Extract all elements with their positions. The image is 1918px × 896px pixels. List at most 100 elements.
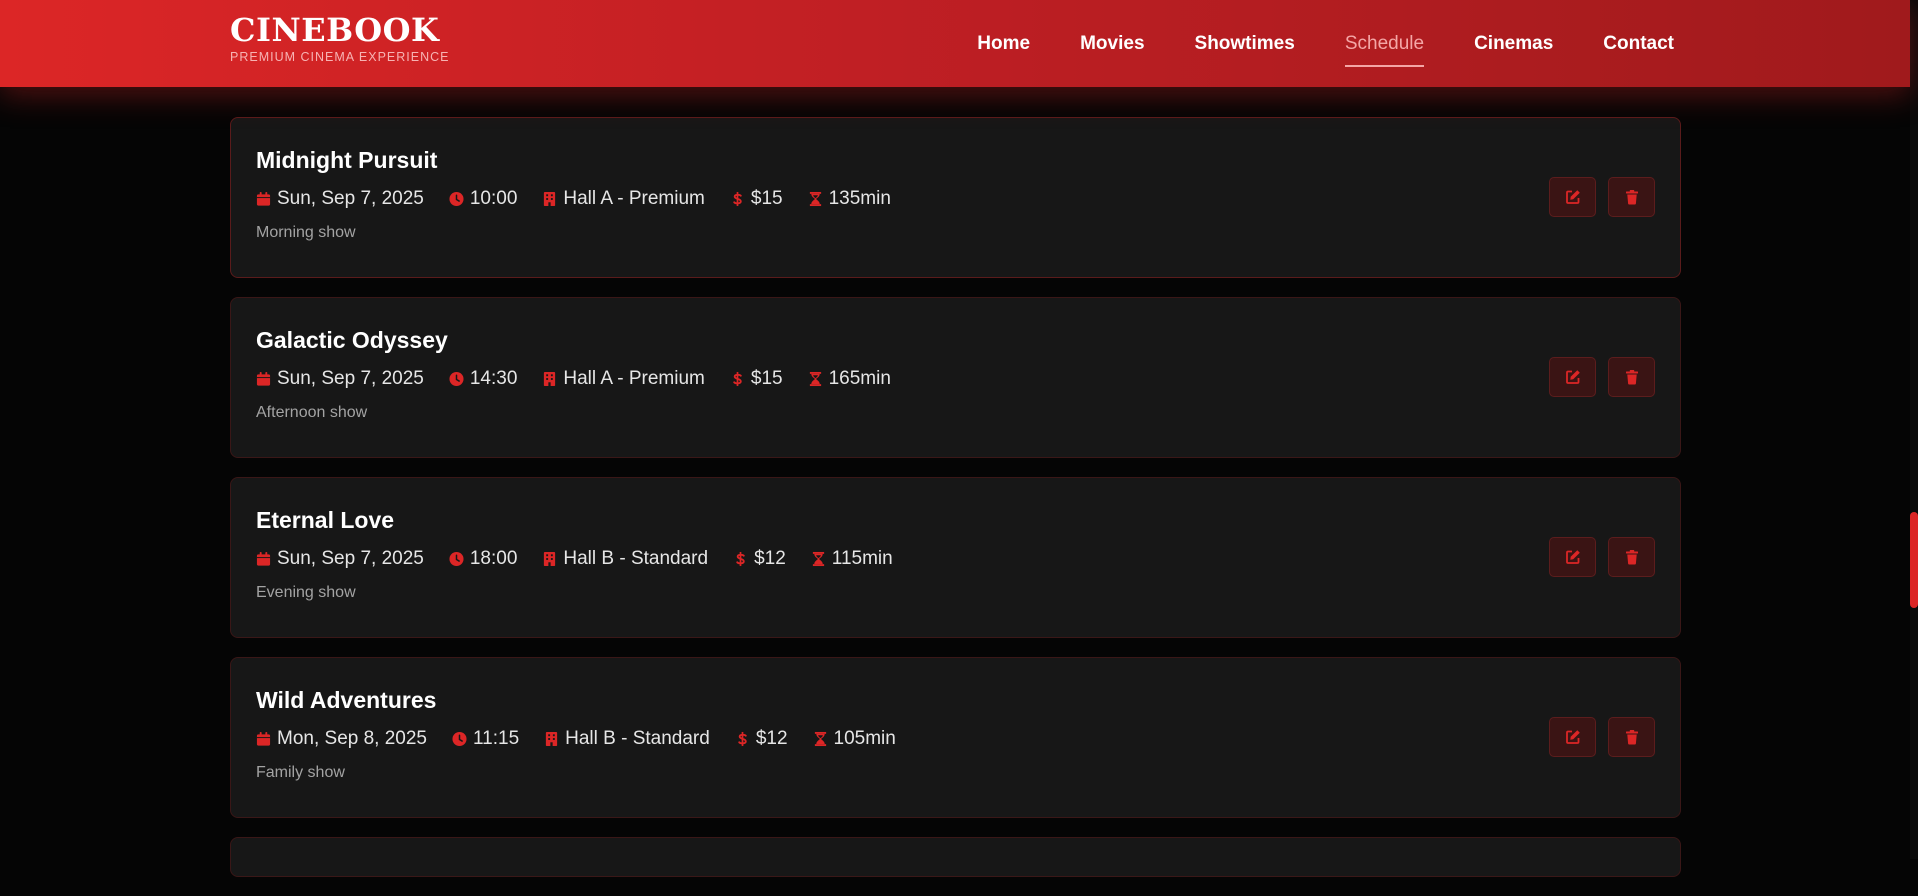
showtime-price: $15 xyxy=(730,368,783,390)
showtime-list: Midnight Pursuit Sun, Sep 7, 2025 10:00 … xyxy=(230,117,1681,896)
showtime-hall: Hall B - Standard xyxy=(544,728,710,750)
card-actions xyxy=(1549,177,1655,217)
showtime-price: $12 xyxy=(735,728,788,750)
nav-showtimes[interactable]: Showtimes xyxy=(1195,33,1295,55)
price-text: $12 xyxy=(754,548,786,569)
date-text: Mon, Sep 8, 2025 xyxy=(277,728,427,749)
nav-movies[interactable]: Movies xyxy=(1080,33,1144,55)
edit-button[interactable] xyxy=(1549,537,1596,577)
showtime-duration: 115min xyxy=(811,548,893,570)
time-text: 11:15 xyxy=(473,728,520,749)
showtime-date: Sun, Sep 7, 2025 xyxy=(256,368,424,390)
movie-title: Midnight Pursuit xyxy=(256,147,438,173)
edit-icon xyxy=(1565,730,1580,744)
showtime-hall: Hall B - Standard xyxy=(542,548,708,570)
dollar-icon xyxy=(738,731,747,747)
showtime-date: Mon, Sep 8, 2025 xyxy=(256,728,427,750)
showtime-price: $15 xyxy=(730,188,783,210)
hourglass-icon xyxy=(809,191,821,207)
showtime-note: Family show xyxy=(256,764,345,781)
edit-icon xyxy=(1565,550,1580,564)
time-text: 14:30 xyxy=(469,368,518,389)
edit-icon xyxy=(1565,190,1580,204)
calendar-icon xyxy=(256,371,271,386)
showtime-time: 10:00 xyxy=(449,188,518,210)
card-actions xyxy=(1549,357,1655,397)
scrollbar-thumb[interactable] xyxy=(1910,512,1918,608)
building-icon xyxy=(544,551,556,567)
calendar-icon xyxy=(256,731,271,746)
nav-cinemas[interactable]: Cinemas xyxy=(1474,33,1553,55)
edit-button[interactable] xyxy=(1549,357,1596,397)
showtime-note: Afternoon show xyxy=(256,404,368,421)
trash-icon xyxy=(1625,190,1638,205)
duration-text: 105min xyxy=(833,728,896,749)
trash-icon xyxy=(1625,370,1638,385)
delete-button[interactable] xyxy=(1608,717,1655,757)
movie-title: Galactic Odyssey xyxy=(256,327,448,353)
showtime-note: Evening show xyxy=(256,584,356,601)
showtime-hall: Hall A - Premium xyxy=(542,188,705,210)
duration-text: 115min xyxy=(831,548,893,569)
card-actions xyxy=(1549,717,1655,757)
dollar-icon xyxy=(733,191,742,207)
clock-icon xyxy=(449,551,464,567)
trash-icon xyxy=(1625,550,1638,565)
nav-home[interactable]: Home xyxy=(977,33,1030,55)
nav-schedule[interactable]: Schedule xyxy=(1344,33,1425,67)
showtime-duration: 135min xyxy=(808,188,891,210)
showtime-date: Sun, Sep 7, 2025 xyxy=(256,548,424,570)
edit-button[interactable] xyxy=(1549,717,1596,757)
time-text: 10:00 xyxy=(469,188,518,209)
clock-icon xyxy=(452,731,467,747)
price-text: $15 xyxy=(750,368,783,389)
showtime-duration: 165min xyxy=(808,368,891,390)
card-actions xyxy=(1549,537,1655,577)
edit-button[interactable] xyxy=(1549,177,1596,217)
date-text: Sun, Sep 7, 2025 xyxy=(277,368,424,389)
calendar-icon xyxy=(256,551,271,566)
hall-text: Hall A - Premium xyxy=(563,188,705,209)
duration-text: 165min xyxy=(828,368,891,389)
date-text: Sun, Sep 7, 2025 xyxy=(277,188,424,209)
showtime-hall: Hall A - Premium xyxy=(542,368,705,390)
brand-name: CINEBOOK xyxy=(230,11,440,49)
duration-text: 135min xyxy=(828,188,891,209)
showtime-date: Sun, Sep 7, 2025 xyxy=(256,188,424,210)
building-icon xyxy=(546,731,558,747)
showtime-meta: Sun, Sep 7, 2025 10:00 Hall A - Premium … xyxy=(256,187,1655,211)
building-icon xyxy=(544,371,556,387)
showtime-price: $12 xyxy=(733,548,786,570)
building-icon xyxy=(544,191,556,207)
showtime-card: Eternal Love Sun, Sep 7, 2025 18:00 Hall… xyxy=(230,477,1681,638)
movie-title: Eternal Love xyxy=(256,507,395,533)
clock-icon xyxy=(449,371,464,387)
dollar-icon xyxy=(733,371,742,387)
hourglass-icon xyxy=(809,371,821,387)
showtime-meta: Sun, Sep 7, 2025 14:30 Hall A - Premium … xyxy=(256,367,1655,391)
dollar-icon xyxy=(736,551,745,567)
brand[interactable]: CINEBOOK PREMIUM CINEMA EXPERIENCE xyxy=(230,10,449,64)
price-text: $15 xyxy=(750,188,783,209)
edit-icon xyxy=(1565,370,1580,384)
showtime-time: 14:30 xyxy=(449,368,518,390)
movie-title: Wild Adventures xyxy=(256,687,437,713)
time-text: 18:00 xyxy=(469,548,518,569)
showtime-meta: Sun, Sep 7, 2025 18:00 Hall B - Standard… xyxy=(256,547,1655,571)
delete-button[interactable] xyxy=(1608,537,1655,577)
delete-button[interactable] xyxy=(1608,177,1655,217)
calendar-icon xyxy=(256,191,271,206)
showtime-card: Galactic Odyssey Sun, Sep 7, 2025 14:30 … xyxy=(230,297,1681,458)
clock-icon xyxy=(449,191,464,207)
date-text: Sun, Sep 7, 2025 xyxy=(277,548,424,569)
hall-text: Hall A - Premium xyxy=(563,368,705,389)
scrollbar-track[interactable] xyxy=(1910,0,1918,859)
hourglass-icon xyxy=(812,551,824,567)
delete-button[interactable] xyxy=(1608,357,1655,397)
showtime-time: 18:00 xyxy=(449,548,518,570)
nav-contact[interactable]: Contact xyxy=(1603,33,1674,55)
showtime-meta: Mon, Sep 8, 2025 11:15 Hall B - Standard… xyxy=(256,727,1655,751)
showtime-card: Midnight Pursuit Sun, Sep 7, 2025 10:00 … xyxy=(230,117,1681,278)
brand-tagline: PREMIUM CINEMA EXPERIENCE xyxy=(230,50,450,64)
site-header: CINEBOOK PREMIUM CINEMA EXPERIENCE Home … xyxy=(0,0,1910,87)
